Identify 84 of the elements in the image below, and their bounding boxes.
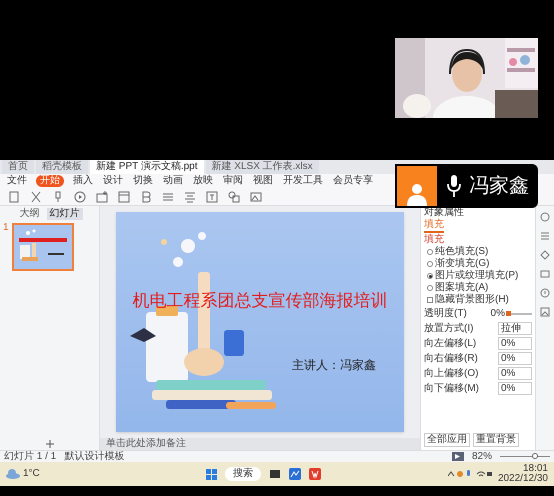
menu-tab[interactable]: 视图 [252,175,274,187]
slide-title: 机电工程系团总支宣传部海报培训 [132,290,388,312]
layout-icon[interactable] [118,190,130,202]
field-label: 向下偏移(M) [424,382,479,394]
slide-number: 1 [3,223,10,233]
spin-field[interactable]: 0% [498,352,532,365]
window-icon[interactable] [269,468,281,480]
menu-tab[interactable]: 动画 [162,175,184,187]
paste-icon[interactable] [8,190,20,202]
field-label: 向左偏移(L) [424,338,476,350]
zoom-level[interactable]: 82% [472,452,492,462]
panel-tab[interactable]: 填充 [424,219,444,233]
option-label: 隐藏背景图形(H) [435,294,509,306]
menu-tab[interactable]: 设计 [102,175,124,187]
radio-button[interactable] [427,249,433,255]
participant-name: 冯家鑫 [469,174,529,199]
slideshow-button[interactable] [452,452,464,461]
field-label: 向上偏移(O) [424,368,478,380]
microphone-icon [447,175,461,197]
section-heading[interactable]: 填充 [424,234,532,246]
align-icon[interactable] [184,190,196,202]
new-slide-icon[interactable] [96,190,108,202]
panel-button[interactable]: 全部应用 [424,433,470,447]
radio-button[interactable] [427,261,433,267]
option-label: 纯色填充(S) [435,246,488,258]
radio-button[interactable] [427,273,433,279]
dropdown[interactable]: 拉伸 [498,322,532,335]
menu-tab[interactable]: 开发工具 [282,175,324,187]
menu-tab[interactable]: 切换 [132,175,154,187]
spin-field[interactable]: 0% [498,382,532,395]
spin-field[interactable]: 0% [498,367,532,380]
field-label: 向右偏移(R) [424,352,478,364]
document-app-icon[interactable] [309,468,321,480]
start-icon[interactable] [206,468,217,480]
theme-name[interactable]: 默认设计模板 [64,452,124,462]
frame-icon[interactable] [540,269,550,279]
image-icon[interactable] [540,307,550,317]
option-label: 图片或纹理填充(P) [435,270,518,282]
slide-count: 幻灯片 1 / 1 [4,452,56,462]
bold-icon[interactable] [140,190,152,202]
clock-time[interactable]: 18:01 [522,464,548,474]
play-icon[interactable] [74,190,86,202]
menu-tab[interactable]: 审阅 [222,175,244,187]
option-label: 渐变填充(G) [435,258,490,270]
menu-tab[interactable]: 插入 [72,175,94,187]
document-tab[interactable]: 新建 PPT 演示文稿.ppt [90,160,204,174]
slide-thumbnail[interactable] [12,223,74,271]
clock-date[interactable]: 2022/12/30 [498,474,548,484]
text-box-icon[interactable] [206,190,218,202]
scissors-icon[interactable] [30,190,42,202]
field-label: 放置方式(I) [424,322,474,334]
checkbox[interactable] [427,297,433,303]
radio-button[interactable] [427,285,433,291]
menu-tab[interactable]: 文件 [6,175,28,187]
panel-button[interactable]: 重置背景 [473,433,519,447]
zoom-thumb[interactable] [532,453,538,459]
menu-tab[interactable]: 会员专享 [332,175,374,187]
add-slide-icon[interactable] [46,440,54,448]
image-icon[interactable] [250,190,262,202]
play-icon [455,454,460,459]
person-icon [405,182,429,206]
field-label: 透明度(T) [424,308,467,320]
weather-text[interactable]: 1°C [23,469,40,479]
spin-field[interactable]: 0% [498,337,532,350]
panel-tab[interactable]: 幻灯片 [46,208,82,220]
menu-tab[interactable]: 放映 [192,175,214,187]
shapes-icon[interactable] [228,190,240,202]
taskbar-search[interactable]: 搜索 [225,467,261,481]
chart-app-icon[interactable] [289,468,301,480]
clock-icon[interactable] [540,288,550,298]
shape-icon[interactable] [540,212,550,222]
document-tab[interactable]: 首页 [2,160,34,174]
slider-reading: 0% [490,309,505,319]
presenter-text: 主讲人：冯家鑫 [292,358,376,372]
list-icon[interactable] [540,231,550,241]
document-tab[interactable]: 新建 XLSX 工作表.xlsx [206,160,319,174]
slider-thumb[interactable] [506,311,511,316]
diamond-icon[interactable] [540,250,550,260]
document-tab[interactable]: 稻壳模板 [36,160,88,174]
list-icon[interactable] [162,190,174,202]
tray-icons[interactable] [448,470,492,478]
option-label: 图案填充(A) [435,282,488,294]
menu-tab[interactable]: 开始 [36,175,64,187]
panel-tab[interactable]: 大纲 [16,208,42,220]
